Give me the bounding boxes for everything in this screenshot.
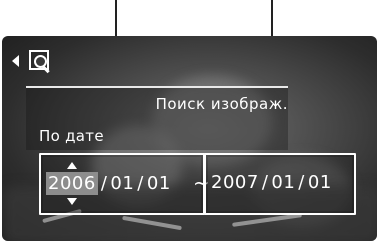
to-year: 2007 [211, 172, 259, 193]
arrow-up-icon[interactable] [66, 162, 77, 169]
date-from-text: 2006 /01/01 [46, 162, 171, 205]
from-month: 01 [110, 173, 135, 194]
date-to-text: 2007/01/01 [211, 172, 332, 193]
image-search-icon [29, 50, 51, 74]
back-arrow-icon[interactable] [12, 55, 19, 67]
date-from-field[interactable]: 2006 /01/01 [39, 153, 205, 215]
year-spinner[interactable]: 2006 [46, 162, 98, 205]
search-mode-label: По дате [39, 127, 104, 145]
from-day: 01 [146, 173, 171, 194]
arrow-down-icon[interactable] [66, 198, 77, 205]
from-year: 2006 [48, 173, 96, 194]
to-day: 01 [307, 172, 332, 193]
camera-screen: Поиск изображ. По дате 2006 /01/01 ~ 200… [2, 36, 377, 241]
callout-area [0, 0, 379, 10]
top-icons [12, 48, 51, 74]
page-title: Поиск изображ. [155, 95, 288, 113]
to-month: 01 [271, 172, 296, 193]
date-to-field[interactable]: 2007/01/01 [204, 153, 356, 215]
